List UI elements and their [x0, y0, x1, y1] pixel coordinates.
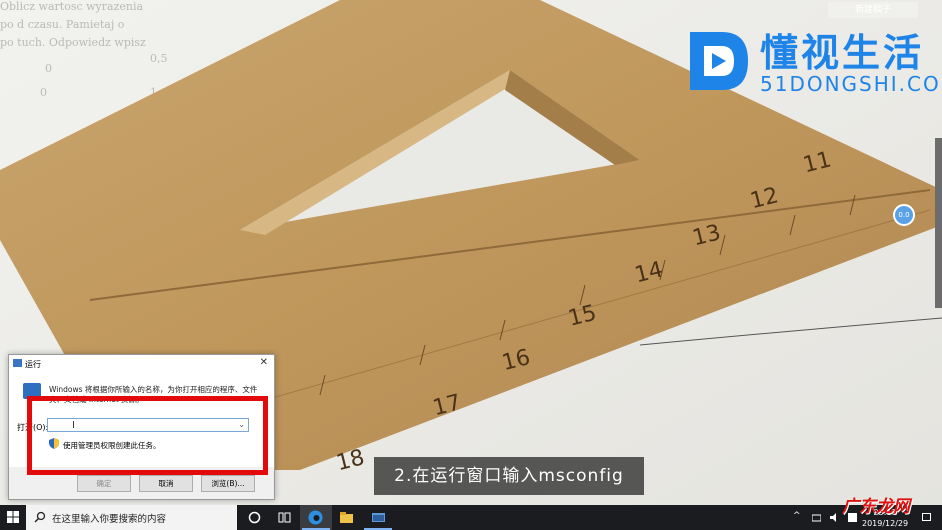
step-caption: 2.在运行窗口输入msconfig: [374, 457, 644, 495]
svg-text:0: 0: [45, 62, 52, 75]
svg-text:po d czasu. Pamietaj o: po d czasu. Pamietaj o: [0, 18, 125, 31]
taskbar: 在这里输入你要搜索的内容 ^ 23:11 2019/12/29: [0, 505, 942, 530]
network-icon[interactable]: [812, 513, 821, 522]
brand-logo-icon: [690, 32, 748, 90]
dialog-title: 运行: [25, 360, 41, 369]
run-window-icon[interactable]: [370, 509, 387, 526]
file-explorer-icon[interactable]: [338, 509, 355, 526]
volume-icon[interactable]: [830, 513, 839, 522]
cortana-icon[interactable]: [246, 509, 263, 526]
chevron-up-icon[interactable]: ^: [793, 511, 802, 521]
brand-name-cn: 懂视生活: [760, 31, 925, 75]
run-app-icon: [13, 359, 22, 367]
cancel-button[interactable]: 取消: [139, 475, 193, 492]
search-icon: [34, 511, 46, 523]
windows-start-icon[interactable]: [7, 511, 19, 523]
search-placeholder: 在这里输入你要搜索的内容: [52, 514, 167, 525]
browse-button[interactable]: 浏览(B)...: [201, 475, 255, 492]
svg-text:0: 0: [40, 86, 47, 99]
highlight-box: [27, 396, 268, 475]
notification-icon[interactable]: [922, 513, 931, 522]
task-view-icon[interactable]: [276, 509, 293, 526]
taskbar-search-box[interactable]: 在这里输入你要搜索的内容: [26, 505, 237, 530]
watermark-logo: 广东龙网: [842, 497, 910, 517]
clock-date: 2019/12/29: [862, 519, 909, 528]
svg-text:po tuch. Odpowiedz wpisz: po tuch. Odpowiedz wpisz: [0, 36, 146, 49]
floating-bubble-button[interactable]: 0.0: [893, 204, 915, 226]
svg-text:0,5: 0,5: [150, 52, 168, 65]
edge-browser-icon[interactable]: [307, 509, 324, 526]
svg-text:Oblicz wartosc wyrazenia: Oblicz wartosc wyrazenia: [0, 0, 143, 13]
brand-name-en: 51DONGSHI.COM: [760, 72, 942, 96]
desktop-file-label[interactable]: 新建稿子: [828, 2, 918, 18]
close-icon[interactable]: ✕: [260, 357, 268, 368]
ok-button[interactable]: 确定: [77, 475, 131, 492]
